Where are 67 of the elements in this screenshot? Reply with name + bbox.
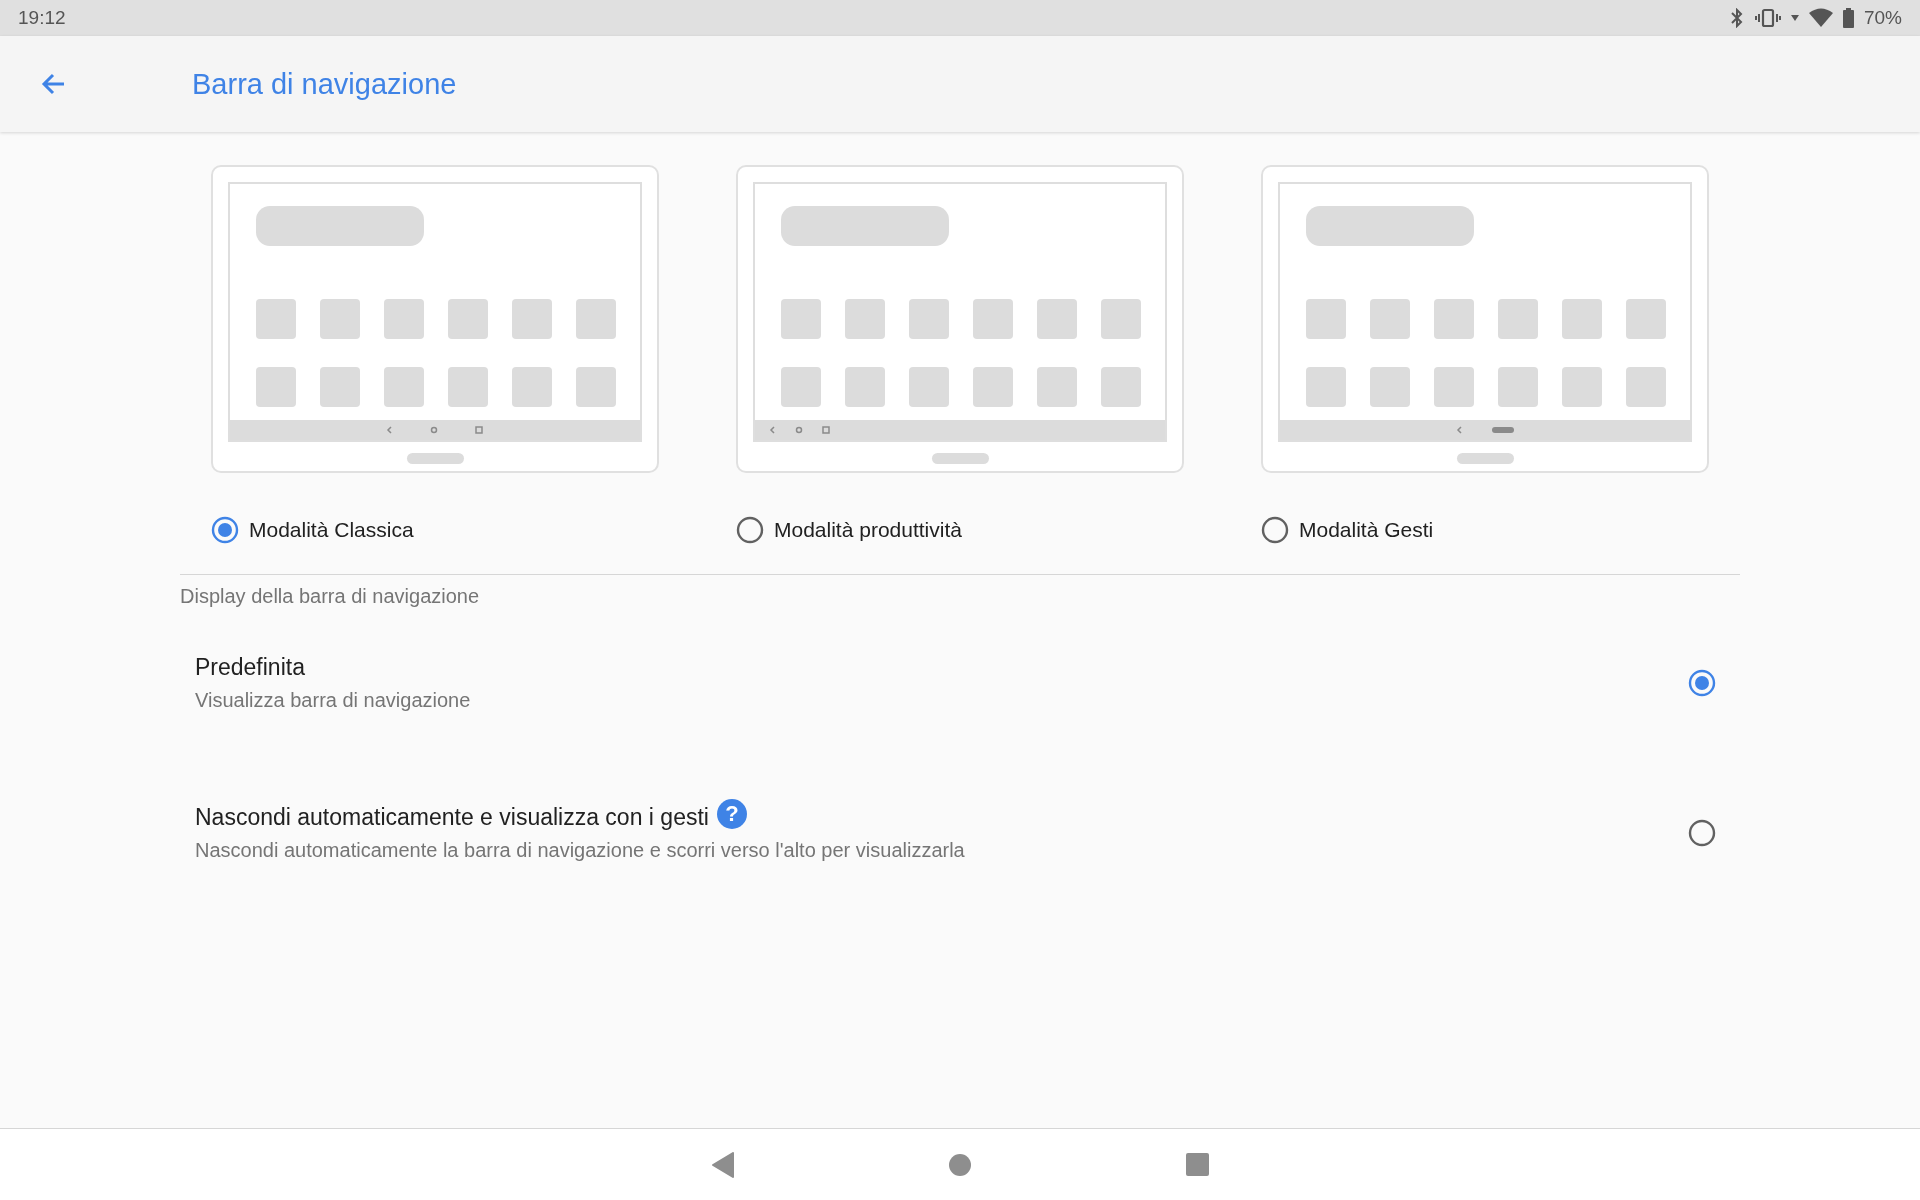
- app-icon-placeholder: [576, 299, 616, 339]
- back-nav-button[interactable]: [711, 1151, 734, 1178]
- wifi-icon: [1808, 8, 1833, 28]
- recents-nav-button[interactable]: [1185, 1153, 1209, 1176]
- app-icon-placeholder: [781, 299, 821, 339]
- app-icon-placeholder: [1101, 367, 1141, 407]
- app-icon-placeholder: [1370, 299, 1410, 339]
- app-icon-placeholder: [1498, 299, 1538, 339]
- app-icon-placeholder: [448, 367, 488, 407]
- option-subtitle: Nascondi automaticamente la barra di navigazione e scorri verso l'alto per visualizzarla: [195, 839, 966, 862]
- app-icon-placeholder: [448, 299, 488, 339]
- gesture-bar-icon: [1456, 424, 1514, 436]
- app-icon-placeholder: [1626, 367, 1666, 407]
- app-icon-placeholder: [1306, 299, 1346, 339]
- section-header: Display della barra di navigazione: [180, 585, 481, 608]
- app-icon-placeholder: [973, 367, 1013, 407]
- help-icon[interactable]: ?: [716, 798, 747, 829]
- home-nav-button[interactable]: [948, 1153, 971, 1176]
- bluetooth-icon: [1728, 8, 1745, 28]
- option-title[interactable]: Nascondi automaticamente e visualizza con i gesti: [195, 804, 709, 831]
- app-icon-placeholder: [781, 367, 821, 407]
- home-button-icon: [931, 453, 989, 464]
- app-icon-placeholder: [576, 367, 616, 407]
- home-button-icon: [406, 453, 464, 464]
- nav-buttons-icon: [386, 424, 484, 436]
- option-subtitle: Visualizza barra di navigazione: [195, 689, 472, 712]
- app-icon-placeholder: [320, 367, 360, 407]
- app-icon-placeholder: [909, 367, 949, 407]
- app-icon-placeholder: [845, 367, 885, 407]
- app-icon-placeholder: [1434, 299, 1474, 339]
- app-icon-placeholder: [1037, 367, 1077, 407]
- app-icon-placeholder: [973, 299, 1013, 339]
- app-icon-placeholder: [845, 299, 885, 339]
- dropdown-arrow-icon: [1790, 15, 1799, 21]
- radio-button[interactable]: [211, 516, 239, 544]
- battery-percentage: 70%: [1863, 7, 1902, 29]
- radio-button[interactable]: [1261, 516, 1289, 544]
- app-icon-placeholder: [384, 367, 424, 407]
- option-title[interactable]: Predefinita: [195, 654, 305, 681]
- app-icon-placeholder: [512, 367, 552, 407]
- app-icon-placeholder: [909, 299, 949, 339]
- app-icon-placeholder: [1306, 367, 1346, 407]
- app-icon-placeholder: [1562, 367, 1602, 407]
- page-title: Barra di navigazione: [192, 67, 457, 101]
- mode-label[interactable]: Modalità Gesti: [1299, 518, 1434, 542]
- mode-label[interactable]: Modalità Classica: [249, 518, 414, 542]
- app-icon-placeholder: [1562, 299, 1602, 339]
- app-icon-placeholder: [256, 299, 296, 339]
- mode-label[interactable]: Modalità produttività: [774, 518, 962, 542]
- home-button-icon: [1456, 453, 1514, 464]
- app-icon-placeholder: [256, 367, 296, 407]
- radio-button[interactable]: [1688, 819, 1716, 847]
- nav-buttons-icon: [769, 424, 831, 436]
- app-icon-placeholder: [1626, 299, 1666, 339]
- app-icon-placeholder: [1037, 299, 1077, 339]
- radio-button[interactable]: [1688, 669, 1716, 697]
- app-icon-placeholder: [384, 299, 424, 339]
- battery-icon: [1842, 8, 1854, 28]
- status-time: 19:12: [18, 7, 66, 29]
- radio-button[interactable]: [736, 516, 764, 544]
- app-icon-placeholder: [1498, 367, 1538, 407]
- app-icon-placeholder: [1101, 299, 1141, 339]
- app-icon-placeholder: [1434, 367, 1474, 407]
- app-icon-placeholder: [1370, 367, 1410, 407]
- app-icon-placeholder: [512, 299, 552, 339]
- app-icon-placeholder: [320, 299, 360, 339]
- vibrate-icon: [1754, 8, 1781, 28]
